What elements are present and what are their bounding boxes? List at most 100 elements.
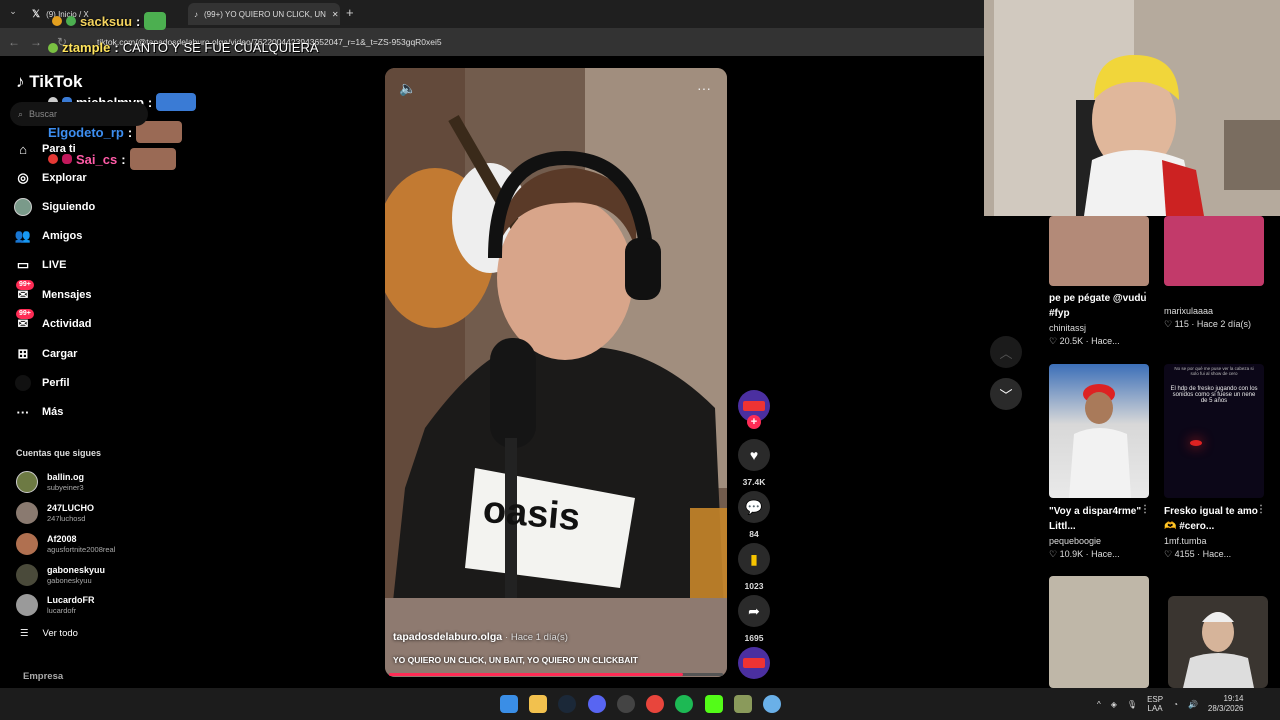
video-player[interactable]: oasis 🔈 ··· xyxy=(385,68,727,677)
related-video-info[interactable]: "Voy a dispar4rme" Littl... pequeboogie … xyxy=(1049,504,1149,560)
mic-icon[interactable]: 🎙 xyxy=(1127,700,1137,709)
bookmark-icon[interactable]: ▮ xyxy=(738,543,770,575)
related-more-icon[interactable]: ⋮ xyxy=(1140,504,1150,515)
file-explorer-icon[interactable] xyxy=(529,695,547,713)
heart-icon[interactable]: ♥ xyxy=(738,439,770,471)
sidebar-item-mensajes[interactable]: ✉ 99+ Mensajes xyxy=(14,280,92,306)
followed-account[interactable]: ballin.og subyeiner3 xyxy=(16,470,84,494)
windows-start-icon[interactable] xyxy=(500,695,518,713)
related-thumbnail[interactable]: No se por qué me puse ver la cabeza si s… xyxy=(1164,364,1264,498)
related-thumbnail[interactable] xyxy=(1049,216,1149,286)
sidebar-item-label: Más xyxy=(42,406,64,418)
spotify-icon[interactable] xyxy=(675,695,693,713)
see-all-label: Ver todo xyxy=(42,628,78,639)
chat-username: Sai_cs xyxy=(76,151,118,167)
comment-icon[interactable]: 💬 xyxy=(738,491,770,523)
system-tray: ^ ◈ 🎙 ESP LAA ◔ 🔊 19:14 28/3/2026 xyxy=(1097,690,1244,718)
related-video-info[interactable]: marixulaaaa ♡ 115 · Hace 2 día(s) xyxy=(1164,306,1251,330)
related-more-icon[interactable]: ⋮ xyxy=(1140,291,1150,302)
music-disc[interactable] xyxy=(738,647,770,679)
webcam-feed xyxy=(984,0,1280,216)
upload-icon: ⊞ xyxy=(17,346,29,361)
sidebar-item-perfil[interactable]: Perfil xyxy=(14,372,70,394)
see-all-link[interactable]: ☰ Ver todo xyxy=(20,628,78,639)
share-action[interactable]: ➦ 1695 xyxy=(738,595,770,643)
chat-separator: : xyxy=(114,40,119,55)
forward-button[interactable]: → xyxy=(28,34,44,50)
related-author: pequeboogie xyxy=(1049,536,1102,546)
sidebar-item-live[interactable]: ▭ LIVE xyxy=(14,254,67,276)
sidebar-item-amigos[interactable]: 👥 Amigos xyxy=(14,225,82,247)
sidebar-item-explorar[interactable]: ◎ Explorar xyxy=(14,167,87,189)
search-input[interactable]: ⌕ Buscar xyxy=(10,102,148,126)
obs-icon[interactable] xyxy=(617,695,635,713)
followed-account[interactable]: 247LUCHO 247luchosd xyxy=(16,501,94,525)
sidebar-item-mas[interactable]: ··· Más xyxy=(14,401,64,423)
sidebar-item-label: LIVE xyxy=(42,259,67,271)
steam-icon[interactable] xyxy=(558,695,576,713)
chat-separator: : xyxy=(121,151,126,167)
language-indicator[interactable]: ESP LAA xyxy=(1147,695,1163,713)
sidebar-item-actividad[interactable]: ✉ 99+ Actividad xyxy=(14,309,92,335)
related-video-info[interactable]: pe pe pégate @vudu #fyp chinitassj ♡ 20.… xyxy=(1049,291,1149,347)
messages-icon: ✉ 99+ xyxy=(14,280,34,304)
tiktok-logo[interactable]: ♪ TikTok xyxy=(16,72,82,92)
new-tab-button[interactable]: + xyxy=(346,5,354,20)
related-title: Fresko igual te amo🫶 #cero... xyxy=(1164,506,1258,532)
sidebar-item-label: Para ti xyxy=(42,143,76,155)
comment-action[interactable]: 💬 84 xyxy=(738,491,770,539)
like-action[interactable]: ♥ 37.4K xyxy=(738,439,770,487)
related-thumbnail[interactable] xyxy=(1168,596,1268,688)
followed-account[interactable]: gaboneskyuu gaboneskyuu xyxy=(16,563,105,587)
tab-list-button[interactable]: ⌄ xyxy=(6,6,20,20)
discord-icon[interactable] xyxy=(588,695,606,713)
related-thumbnail[interactable] xyxy=(1049,364,1149,498)
clock[interactable]: 19:14 28/3/2026 xyxy=(1208,694,1244,714)
network-icon[interactable]: ◈ xyxy=(1111,700,1117,709)
follow-button[interactable]: + xyxy=(747,415,761,429)
sidebar-item-siguiendo[interactable]: Siguiendo xyxy=(14,196,95,218)
company-link[interactable]: Empresa xyxy=(23,671,63,682)
close-tab-icon[interactable]: ✕ xyxy=(332,10,339,19)
sidebar-item-para-ti[interactable]: ⌂ Para ti xyxy=(14,138,76,160)
related-thumbnail[interactable] xyxy=(1164,216,1264,286)
share-icon[interactable]: ➦ xyxy=(738,595,770,627)
home-icon: ⌂ xyxy=(19,141,27,157)
volume-tray-icon[interactable]: 🔊 xyxy=(1188,700,1198,709)
related-stats: ♡ 4155 · Hace... xyxy=(1164,549,1232,559)
sidebar-item-cargar[interactable]: ⊞ Cargar xyxy=(14,343,78,365)
kick-icon[interactable] xyxy=(705,695,723,713)
emote-icon xyxy=(129,148,176,170)
account-name: LucardoFR xyxy=(47,595,95,605)
save-action[interactable]: ▮ 1023 xyxy=(738,543,770,591)
related-more-icon[interactable]: ⋮ xyxy=(1256,504,1266,515)
back-button[interactable]: ← xyxy=(6,34,22,50)
video-frame xyxy=(385,68,727,677)
related-video-info[interactable]: Fresko igual te amo🫶 #cero... 1mf.tumba … xyxy=(1164,504,1264,560)
creator-logo-icon xyxy=(743,401,765,411)
next-video-button[interactable]: ﹀ xyxy=(990,378,1022,410)
emote-icon xyxy=(66,16,76,26)
messages-badge: 99+ xyxy=(16,280,34,290)
video-author[interactable]: tapadosdelaburo.olga · Hace 1 día(s) xyxy=(393,631,568,643)
app-icon[interactable] xyxy=(763,695,781,713)
account-name: Af2008 xyxy=(47,534,77,544)
sidebar-item-label: Explorar xyxy=(42,172,87,184)
related-stats: ♡ 20.5K · Hace... xyxy=(1049,336,1120,346)
previous-video-button[interactable]: ︿ xyxy=(990,336,1022,368)
chevron-up-icon[interactable]: ^ xyxy=(1097,700,1101,709)
webcam-overlay xyxy=(984,0,1280,216)
sidebar-item-label: Cargar xyxy=(42,348,78,360)
account-handle: lucardofr xyxy=(47,606,77,615)
volume-icon[interactable]: 🔈 xyxy=(399,80,416,97)
account-handle: gaboneskyuu xyxy=(47,576,92,585)
chat-separator: : xyxy=(136,13,141,29)
tab-tiktok[interactable]: ♪ (99+) YO QUIERO UN CLICK, UN ✕ xyxy=(188,3,340,25)
video-more-icon[interactable]: ··· xyxy=(697,80,711,96)
game-icon[interactable] xyxy=(734,695,752,713)
chrome-icon[interactable] xyxy=(646,695,664,713)
related-thumbnail[interactable] xyxy=(1049,576,1149,688)
followed-account[interactable]: LucardoFR lucardofr xyxy=(16,593,95,617)
followed-account[interactable]: Af2008 agusfortnite2008real xyxy=(16,532,115,556)
wifi-icon[interactable]: ◔ xyxy=(1173,700,1178,709)
